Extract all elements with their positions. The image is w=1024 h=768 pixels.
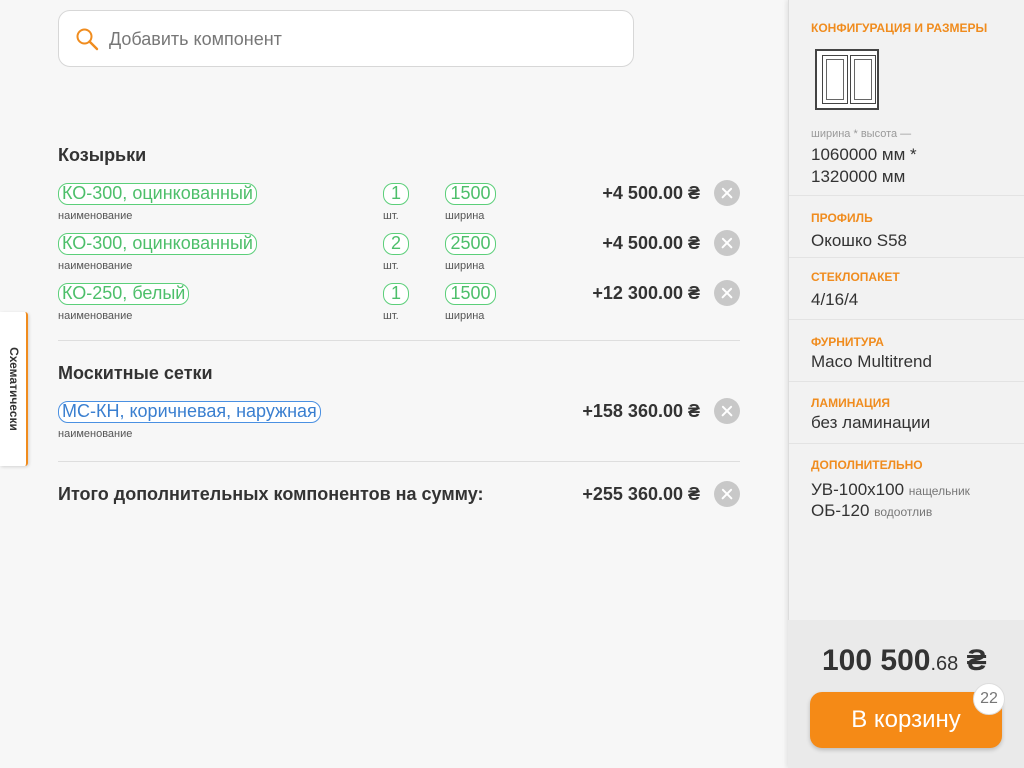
quantity-caption: шт. xyxy=(383,260,399,272)
component-name-field[interactable]: КО-300, оцинкованный xyxy=(58,233,257,255)
remove-all-button[interactable] xyxy=(714,481,740,507)
schematic-tab[interactable]: Схематически xyxy=(0,312,28,466)
extra-section[interactable]: ДОПОЛНИТЕЛЬНО УВ-100x100 нащельник ОБ-12… xyxy=(789,444,1024,534)
remove-button[interactable] xyxy=(714,398,740,424)
component-row: КО-300, оцинкованный наименование 1 шт. … xyxy=(58,180,740,227)
quantity-caption: шт. xyxy=(383,210,399,222)
currency-sign: ₴ xyxy=(966,644,987,677)
window-sash-right xyxy=(850,55,876,104)
quantity-field[interactable]: 1 xyxy=(383,183,409,205)
extra-item: УВ-100x100 нащельник xyxy=(811,480,970,500)
glass-section[interactable]: СТЕКЛОПАКЕТ 4/16/4 xyxy=(789,258,1024,320)
dimension-height: 1320000 мм xyxy=(811,167,906,186)
component-name-field[interactable]: КО-300, оцинкованный xyxy=(58,183,257,205)
quantity-field[interactable]: 2 xyxy=(383,233,409,255)
config-title: КОНФИГУРАЦИЯ И РАЗМЕРЫ xyxy=(811,21,988,35)
lamination-title: ЛАМИНАЦИЯ xyxy=(811,396,891,410)
section-title-mosquito-nets: Москитные сетки xyxy=(58,363,213,383)
total-row: +255 360.00 ₴ xyxy=(58,481,740,510)
extra-item-code: УВ-100x100 xyxy=(811,480,905,499)
hardware-value: Maco Multitrend xyxy=(811,352,932,371)
glass-value: 4/16/4 xyxy=(811,290,859,309)
quantity-field[interactable]: 1 xyxy=(383,283,409,305)
glass-title: СТЕКЛОПАКЕТ xyxy=(811,270,900,284)
window-sash-left xyxy=(822,55,848,104)
window-configuration-icon[interactable] xyxy=(815,49,879,110)
cart-count-badge: 22 xyxy=(973,683,1005,715)
remove-button[interactable] xyxy=(714,230,740,256)
extra-item-note: водоотлив xyxy=(874,505,933,519)
grand-total-main: 100 500 xyxy=(822,644,931,677)
component-row: КО-250, белый наименование 1 шт. 1500 ши… xyxy=(58,280,740,327)
lamination-value: без ламинации xyxy=(811,413,931,432)
section-divider xyxy=(58,340,740,341)
component-row: КО-300, оцинкованный наименование 2 шт. … xyxy=(58,230,740,277)
extra-item-note: нащельник xyxy=(908,484,970,498)
extra-item-code: ОБ-120 xyxy=(811,501,870,520)
component-price: +4 500.00 ₴ xyxy=(602,233,700,253)
component-price: +12 300.00 ₴ xyxy=(592,283,700,303)
lamination-section[interactable]: ЛАМИНАЦИЯ без ламинации xyxy=(789,382,1024,444)
extra-title: ДОПОЛНИТЕЛЬНО xyxy=(811,458,923,472)
name-caption: наименование xyxy=(58,310,133,322)
grand-total-cents: .68 xyxy=(930,653,959,675)
remove-button[interactable] xyxy=(714,180,740,206)
width-caption: ширина xyxy=(445,210,485,222)
schematic-tab-label: Схематически xyxy=(7,347,21,431)
extra-item: ОБ-120 водоотлив xyxy=(811,501,932,521)
profile-title: ПРОФИЛЬ xyxy=(811,211,873,225)
section-divider xyxy=(58,461,740,462)
component-name-field[interactable]: МС-КН, коричневая, наружная xyxy=(58,401,321,423)
dimension-caption: ширина * высота — xyxy=(811,128,912,140)
name-caption: наименование xyxy=(58,210,133,222)
component-price: +4 500.00 ₴ xyxy=(602,183,700,203)
name-caption: наименование xyxy=(58,428,133,440)
width-caption: ширина xyxy=(445,310,485,322)
name-caption: наименование xyxy=(58,260,133,272)
grand-total: 100 500.68 ₴ xyxy=(822,644,987,678)
quantity-caption: шт. xyxy=(383,310,399,322)
width-field[interactable]: 1500 xyxy=(445,183,496,205)
dimension-width: 1060000 мм * xyxy=(811,145,917,164)
section-title-visors: Козырьки xyxy=(58,145,147,165)
profile-value: Окошко S58 xyxy=(811,231,907,250)
total-value: +255 360.00 ₴ xyxy=(582,484,700,504)
component-row: МС-КН, коричневая, наружная наименование… xyxy=(58,398,740,445)
add-component-search[interactable] xyxy=(58,10,634,67)
component-name-field[interactable]: КО-250, белый xyxy=(58,283,190,305)
hardware-title: ФУРНИТУРА xyxy=(811,335,884,349)
search-input[interactable] xyxy=(109,21,609,57)
remove-button[interactable] xyxy=(714,280,740,306)
width-caption: ширина xyxy=(445,260,485,272)
component-price: +158 360.00 ₴ xyxy=(582,401,700,421)
hardware-section[interactable]: ФУРНИТУРА Maco Multitrend xyxy=(789,320,1024,382)
profile-section[interactable]: ПРОФИЛЬ Окошко S58 xyxy=(789,196,1024,258)
width-field[interactable]: 1500 xyxy=(445,283,496,305)
width-field[interactable]: 2500 xyxy=(445,233,496,255)
search-icon xyxy=(76,28,99,51)
